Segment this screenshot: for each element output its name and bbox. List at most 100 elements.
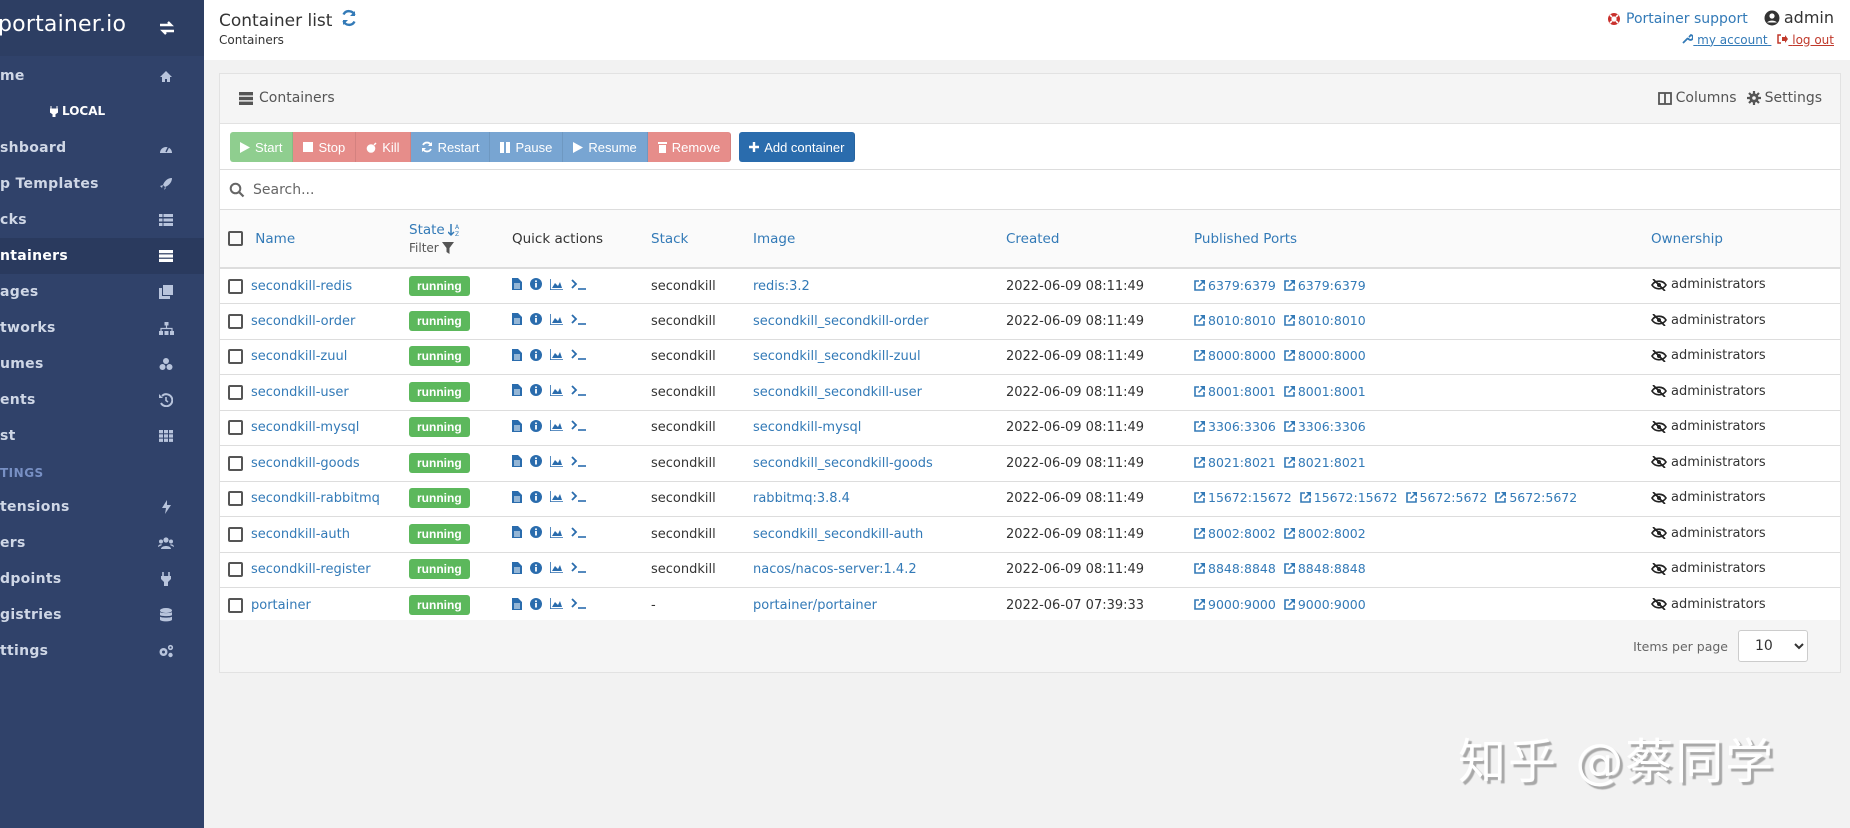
image-link[interactable]: secondkill_secondkill-goods [753,456,933,471]
stats-icon[interactable] [550,526,563,538]
stats-icon[interactable] [550,491,563,503]
row-checkbox[interactable] [228,526,243,542]
created-column-header[interactable]: Created [1006,210,1194,268]
stats-icon[interactable] [550,420,563,432]
info-icon[interactable] [530,384,542,397]
image-column-header[interactable]: Image [753,210,1006,268]
portainer-logo[interactable]: portainer.io [0,12,126,37]
sidebar-item-th[interactable]: st [0,418,204,454]
console-icon[interactable] [571,385,587,396]
select-all-checkbox[interactable] [228,231,243,246]
published-port-link[interactable]: 8021:8021 [1194,455,1276,470]
published-port-link[interactable]: 8002:8002 [1284,526,1366,541]
stats-icon[interactable] [550,598,563,609]
info-icon[interactable] [530,561,542,574]
info-icon[interactable] [530,490,542,503]
sidebar-item-home[interactable]: me [0,58,204,94]
published-port-link[interactable]: 8001:8001 [1284,384,1366,399]
row-checkbox[interactable] [228,384,243,400]
sidebar-item-bolt[interactable]: tensions [0,489,204,525]
console-icon[interactable] [571,349,587,361]
settings-button[interactable]: Settings [1746,90,1822,106]
stack-column-header[interactable]: Stack [651,210,753,268]
info-icon[interactable] [530,313,542,326]
published-port-link[interactable]: 8000:8000 [1194,348,1276,363]
start-button[interactable]: Start [230,132,294,162]
sidebar-item-users[interactable]: ers [0,525,204,561]
stats-icon[interactable] [550,384,563,396]
row-checkbox[interactable] [228,278,243,294]
published-port-link[interactable]: 5672:5672 [1495,490,1577,505]
image-link[interactable]: secondkill_secondkill-user [753,385,922,400]
info-icon[interactable] [530,278,542,290]
published-port-link[interactable]: 8000:8000 [1284,348,1366,363]
resume-button[interactable]: Resume [563,132,648,162]
container-name-link[interactable]: secondkill-mysql [251,420,359,435]
logs-icon[interactable] [512,419,522,432]
container-name-link[interactable]: secondkill-auth [251,527,350,542]
published-port-link[interactable]: 8001:8001 [1194,384,1276,399]
console-icon[interactable] [571,598,587,609]
container-name-link[interactable]: secondkill-user [251,385,349,400]
stats-icon[interactable] [550,313,563,325]
container-name-link[interactable]: secondkill-rabbitmq [251,491,380,506]
logs-icon[interactable] [512,526,522,539]
my-account-link[interactable]: my account [1682,33,1771,47]
logs-icon[interactable] [512,561,522,574]
sidebar-item-history[interactable]: ents [0,382,204,418]
published-port-link[interactable]: 9000:9000 [1284,597,1366,612]
published-port-link[interactable]: 8002:8002 [1194,526,1276,541]
published-port-link[interactable]: 15672:15672 [1299,490,1398,505]
sidebar-item-server[interactable]: ntainers [0,238,204,274]
sidebar-item-th-list[interactable]: cks [0,202,204,238]
published-port-link[interactable]: 8848:8848 [1284,561,1366,576]
info-icon[interactable] [530,348,542,361]
name-column-header[interactable]: Name [220,210,409,268]
console-icon[interactable] [571,420,587,432]
container-name-link[interactable]: secondkill-redis [251,279,352,294]
published-port-link[interactable]: 3306:3306 [1194,419,1276,434]
console-icon[interactable] [571,456,587,467]
logs-icon[interactable] [512,313,522,326]
row-checkbox[interactable] [228,349,243,365]
sidebar-item-tachometer[interactable]: shboard [0,130,204,166]
state-filter[interactable]: Filter [409,241,512,255]
image-link[interactable]: rabbitmq:3.8.4 [753,491,850,506]
stats-icon[interactable] [550,455,563,467]
published-port-link[interactable]: 5672:5672 [1405,490,1487,505]
refresh-icon[interactable] [340,9,358,32]
console-icon[interactable] [571,278,587,290]
row-checkbox[interactable] [228,420,243,436]
row-checkbox[interactable] [228,598,243,613]
console-icon[interactable] [571,562,587,574]
image-link[interactable]: secondkill_secondkill-auth [753,527,923,542]
ownership-column-header[interactable]: Ownership [1651,210,1840,268]
container-name-link[interactable]: secondkill-zuul [251,349,347,364]
row-checkbox[interactable] [228,455,243,471]
remove-button[interactable]: Remove [647,132,732,162]
add-container-button[interactable]: Add container [739,132,856,162]
sidebar-item-cubes[interactable]: umes [0,346,204,382]
row-checkbox[interactable] [228,313,243,329]
published-port-link[interactable]: 8848:8848 [1194,561,1276,576]
published-port-link[interactable]: 8010:8010 [1194,313,1276,328]
console-icon[interactable] [571,491,587,503]
logs-icon[interactable] [512,278,522,290]
published-port-link[interactable]: 15672:15672 [1194,490,1292,505]
sidebar-item-cogs[interactable]: ttings [0,633,204,669]
stop-button[interactable]: Stop [293,132,357,162]
row-checkbox[interactable] [228,491,243,507]
exchange-icon[interactable] [157,18,177,38]
columns-button[interactable]: Columns [1657,90,1737,106]
container-name-link[interactable]: secondkill-order [251,314,355,329]
restart-button[interactable]: Restart [410,132,491,162]
logs-icon[interactable] [512,597,522,610]
info-icon[interactable] [530,526,542,539]
container-name-link[interactable]: portainer [251,598,311,613]
row-checkbox[interactable] [228,562,243,578]
published-port-link[interactable]: 8021:8021 [1284,455,1366,470]
image-link[interactable]: nacos/nacos-server:1.4.2 [753,562,917,577]
stats-icon[interactable] [550,562,563,574]
logs-icon[interactable] [512,455,522,468]
console-icon[interactable] [571,314,587,325]
